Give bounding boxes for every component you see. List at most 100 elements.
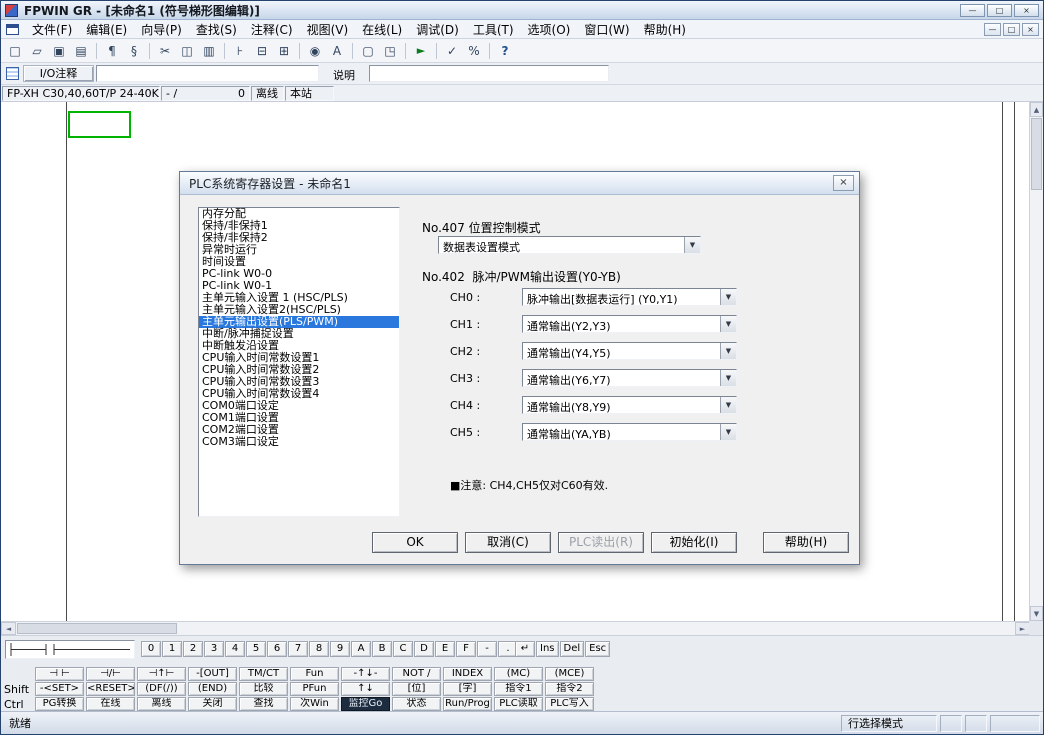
ch3-select[interactable]: 通常输出(Y6,Y7)▼ [522, 369, 737, 387]
fn-button[interactable]: PG转换 [35, 697, 84, 711]
print-icon[interactable]: ▤ [71, 41, 91, 61]
mdi-restore-button[interactable]: □ [1003, 23, 1020, 36]
fn-button[interactable]: 在线 [86, 697, 135, 711]
ch0-select[interactable]: 脉冲输出[数据表运行] (Y0,Y1)▼ [522, 288, 737, 306]
percent-icon[interactable]: % [464, 41, 484, 61]
cut-icon[interactable]: ✂ [155, 41, 175, 61]
copy-icon[interactable]: ◫ [177, 41, 197, 61]
grid-view-icon[interactable]: ⊞ [274, 41, 294, 61]
fn-button[interactable]: INDEX [443, 667, 492, 681]
fn-button[interactable]: (END) [188, 682, 237, 696]
run-mode-icon[interactable]: ► [411, 41, 431, 61]
mdi-close-button[interactable]: × [1022, 23, 1039, 36]
scroll-down-button[interactable]: ▼ [1030, 606, 1043, 621]
fn-button[interactable]: -<SET> [35, 682, 84, 696]
menu-item[interactable]: 帮助(H) [637, 19, 693, 40]
save-icon[interactable]: ▣ [49, 41, 69, 61]
chevron-down-icon[interactable]: ▼ [720, 343, 736, 359]
fn-button[interactable]: [位] [392, 682, 441, 696]
chevron-down-icon[interactable]: ▼ [720, 397, 736, 413]
chevron-down-icon[interactable]: ▼ [720, 316, 736, 332]
menu-item[interactable]: 调试(D) [409, 19, 466, 40]
key-F[interactable]: F [456, 641, 476, 657]
fn-button[interactable]: <RESET> [86, 682, 135, 696]
dialog-title-bar[interactable]: PLC系统寄存器设置 - 未命名1 × [180, 172, 859, 195]
menu-item[interactable]: 查找(S) [189, 19, 244, 40]
horizontal-scrollbar[interactable]: ◄ ► [1, 621, 1030, 635]
vertical-scrollbar[interactable]: ▲ ▼ [1029, 102, 1043, 621]
key-B[interactable]: B [372, 641, 392, 657]
cancel-button[interactable]: 取消(C) [465, 532, 551, 553]
mdi-minimize-button[interactable]: — [984, 23, 1001, 36]
fn-button[interactable]: -[OUT] [188, 667, 237, 681]
find-icon[interactable]: ◉ [305, 41, 325, 61]
fn-button[interactable]: ⊣ ⊢ [35, 667, 84, 681]
maximize-button[interactable]: □ [987, 4, 1012, 17]
description-input[interactable] [369, 65, 609, 82]
register-list[interactable]: 内存分配保持/非保持1保持/非保持2异常时运行时间设置PC-link W0-0P… [198, 207, 400, 517]
key-2[interactable]: 2 [183, 641, 203, 657]
fn-button[interactable]: (DF(/)) [137, 682, 186, 696]
chevron-down-icon[interactable]: ▼ [684, 237, 700, 253]
fn-button[interactable]: (MC) [494, 667, 543, 681]
chevron-down-icon[interactable]: ▼ [720, 370, 736, 386]
fn-button[interactable]: 次Win [290, 697, 339, 711]
fn-button[interactable]: Fun [290, 667, 339, 681]
ch5-select[interactable]: 通常输出(YA,YB)▼ [522, 423, 737, 441]
comment-font-icon[interactable]: A [327, 41, 347, 61]
fn-button[interactable]: 查找 [239, 697, 288, 711]
menu-item[interactable]: 向导(P) [134, 19, 189, 40]
fn-button[interactable]: 状态 [392, 697, 441, 711]
help-icon[interactable]: ? [495, 41, 515, 61]
help-button[interactable]: 帮助(H) [763, 532, 849, 553]
insert-key[interactable]: Ins [536, 641, 559, 657]
vertical-scroll-thumb[interactable] [1031, 118, 1042, 190]
ch1-select[interactable]: 通常输出(Y2,Y3)▼ [522, 315, 737, 333]
fn-button[interactable]: PLC写入 [545, 697, 594, 711]
scroll-right-button[interactable]: ► [1015, 622, 1030, 635]
menu-item[interactable]: 在线(L) [355, 19, 409, 40]
key-7[interactable]: 7 [288, 641, 308, 657]
key-3[interactable]: 3 [204, 641, 224, 657]
fn-button[interactable]: Run/Prog [443, 697, 492, 711]
fn-button[interactable]: -↑↓- [341, 667, 390, 681]
fn-button[interactable]: 关闭 [188, 697, 237, 711]
ch4-select[interactable]: 通常输出(Y8,Y9)▼ [522, 396, 737, 414]
dialog-close-button[interactable]: × [833, 175, 854, 191]
io-comment-icon[interactable]: ¶ [102, 41, 122, 61]
register-monitor-icon[interactable]: ◳ [380, 41, 400, 61]
delete-key[interactable]: Del [560, 641, 585, 657]
fn-button[interactable]: ⊣↑⊢ [137, 667, 186, 681]
scroll-left-button[interactable]: ◄ [1, 622, 16, 635]
fn-button[interactable]: ↑↓ [341, 682, 390, 696]
menu-item[interactable]: 编辑(E) [79, 19, 134, 40]
device-monitor-icon[interactable]: ▢ [358, 41, 378, 61]
fn-button[interactable]: 离线 [137, 697, 186, 711]
menu-item[interactable]: 工具(T) [466, 19, 521, 40]
key-5[interactable]: 5 [246, 641, 266, 657]
menu-item[interactable]: 视图(V) [300, 19, 356, 40]
key-D[interactable]: D [414, 641, 434, 657]
key-8[interactable]: 8 [309, 641, 329, 657]
menu-item[interactable]: 注释(C) [244, 19, 300, 40]
fn-button[interactable]: PFun [290, 682, 339, 696]
minimize-button[interactable]: — [960, 4, 985, 17]
boolean-ladder-icon[interactable]: ⊟ [252, 41, 272, 61]
key-A[interactable]: A [351, 641, 371, 657]
fn-button[interactable]: ⊣/⊢ [86, 667, 135, 681]
key--[interactable]: - [477, 641, 497, 657]
fn-button[interactable]: [字] [443, 682, 492, 696]
paste-icon[interactable]: ▥ [199, 41, 219, 61]
fn-button[interactable]: (MCE) [545, 667, 594, 681]
enter-key[interactable]: ↵ [515, 641, 535, 657]
key-C[interactable]: C [393, 641, 413, 657]
open-icon[interactable]: ▱ [27, 41, 47, 61]
key-9[interactable]: 9 [330, 641, 350, 657]
chevron-down-icon[interactable]: ▼ [720, 424, 736, 440]
key-1[interactable]: 1 [162, 641, 182, 657]
new-icon[interactable]: □ [5, 41, 25, 61]
menu-item[interactable]: 选项(O) [521, 19, 578, 40]
fn-button[interactable]: 指令1 [494, 682, 543, 696]
fn-button[interactable]: PLC读取 [494, 697, 543, 711]
program-check-icon[interactable]: ✓ [442, 41, 462, 61]
